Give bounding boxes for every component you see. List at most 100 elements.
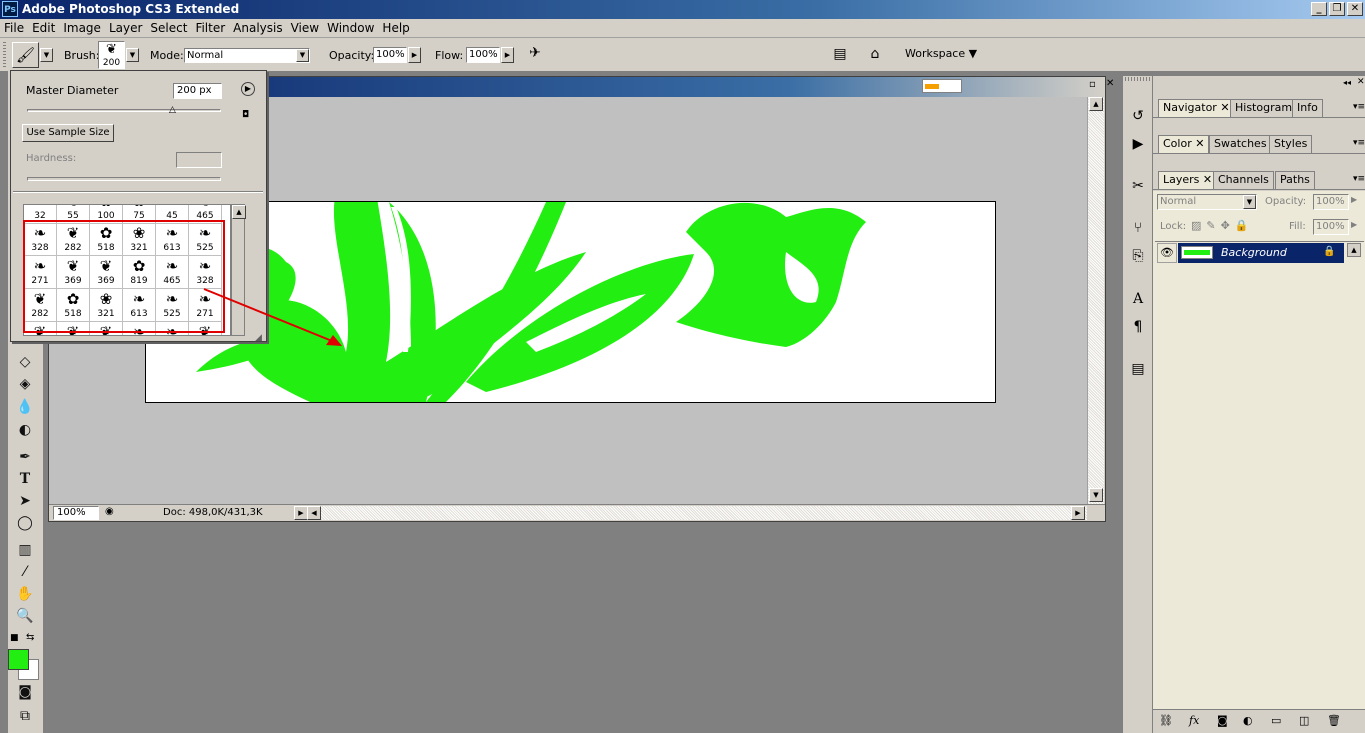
close-dock-icon[interactable]: ✕ xyxy=(1357,77,1365,87)
layer-opacity-input[interactable]: 100% xyxy=(1313,194,1349,210)
lock-icons[interactable]: ▨✎✥🔒 xyxy=(1191,219,1254,232)
blend-mode-dropdown-icon[interactable]: ▼ xyxy=(1243,195,1256,209)
adjustment-layer-icon[interactable]: ◐ xyxy=(1243,714,1253,727)
tab-layers[interactable]: Layers ✕ xyxy=(1158,171,1218,189)
minimize-button[interactable]: _ xyxy=(1311,2,1327,16)
foreground-color-swatch[interactable] xyxy=(8,649,29,670)
dodge-tool-icon[interactable]: ◐ xyxy=(12,420,38,440)
zoom-tool-icon[interactable]: 🔍 xyxy=(12,606,38,626)
tab-navigator[interactable]: Navigator ✕ xyxy=(1158,99,1235,117)
menu-help[interactable]: Help xyxy=(378,19,413,35)
actions-panel-icon[interactable]: ▶ xyxy=(1126,132,1150,154)
zoom-level-input[interactable]: 100% xyxy=(53,506,99,520)
blend-mode-select[interactable]: Normal ▼ xyxy=(1157,194,1257,210)
eyedropper-tool-icon[interactable]: ⁄ xyxy=(12,562,38,582)
paragraph-panel-icon[interactable]: ¶ xyxy=(1126,315,1150,337)
default-colors-icon[interactable]: ■ xyxy=(10,633,19,643)
layer-style-icon[interactable]: fx xyxy=(1189,714,1199,727)
menu-file[interactable]: File xyxy=(0,19,28,35)
layer-name[interactable]: Background xyxy=(1221,246,1287,259)
scroll-down-icon[interactable]: ▼ xyxy=(1089,488,1103,502)
opacity-slider-icon[interactable]: ▶ xyxy=(408,47,421,63)
ellipse-tool-icon[interactable]: ◯ xyxy=(12,513,38,533)
menu-layer[interactable]: Layer xyxy=(105,19,146,35)
workspace-menu[interactable]: Workspace ▼ xyxy=(905,47,977,60)
scroll-up-icon[interactable]: ▲ xyxy=(1089,97,1103,111)
tool-presets-panel-icon[interactable]: ✂ xyxy=(1126,174,1150,196)
options-bar-grip[interactable] xyxy=(3,42,6,68)
panel-menu-icon[interactable]: ▾≡ xyxy=(1353,174,1365,184)
restore-button[interactable]: ❐ xyxy=(1329,2,1345,16)
tab-paths[interactable]: Paths xyxy=(1275,171,1315,189)
menu-view[interactable]: View xyxy=(287,19,323,35)
master-diameter-slider[interactable] xyxy=(27,109,221,112)
flow-input[interactable]: 100% xyxy=(466,47,500,63)
horizontal-scrollbar[interactable]: ◀ ▶ xyxy=(307,506,1087,520)
brush-picker-dropdown-icon[interactable]: ▼ xyxy=(126,48,139,62)
mode-select[interactable]: Normal ▼ xyxy=(184,48,310,63)
quick-mask-icon[interactable]: ◙ xyxy=(12,682,38,702)
tab-color[interactable]: Color ✕ xyxy=(1158,135,1210,153)
scroll-left-icon[interactable]: ◀ xyxy=(307,506,321,520)
blur-tool-icon[interactable]: 💧 xyxy=(12,397,38,417)
tab-info[interactable]: Info xyxy=(1292,99,1323,117)
dock-grip[interactable] xyxy=(1125,77,1151,81)
tool-preset-dropdown-icon[interactable]: ▼ xyxy=(40,48,53,62)
menu-edit[interactable]: Edit xyxy=(28,19,59,35)
brushes-panel-icon[interactable]: ⑂ xyxy=(1126,216,1150,238)
link-layers-icon[interactable]: ⛓ xyxy=(1159,714,1173,727)
pen-tool-icon[interactable]: ✒ xyxy=(12,447,38,467)
tab-channels[interactable]: Channels xyxy=(1213,171,1274,189)
clone-source-panel-icon[interactable]: ⎘ xyxy=(1126,244,1150,266)
new-preset-icon[interactable]: ◘ xyxy=(242,110,249,120)
tab-close-icon[interactable]: ✕ xyxy=(1195,137,1204,150)
menu-select[interactable]: Select xyxy=(146,19,191,35)
document-close-icon[interactable]: ✕ xyxy=(1106,78,1114,89)
tab-histogram[interactable]: Histogram xyxy=(1230,99,1298,117)
tab-close-icon[interactable]: ✕ xyxy=(1203,173,1212,186)
screen-mode-icon[interactable]: ⧉ xyxy=(12,706,38,726)
brush-preview[interactable]: ❦ 200 xyxy=(98,41,125,69)
document-minimize-icon[interactable]: ▫ xyxy=(1089,79,1096,90)
menu-filter[interactable]: Filter xyxy=(191,19,229,35)
tab-styles[interactable]: Styles xyxy=(1269,135,1313,153)
character-panel-icon[interactable]: A xyxy=(1126,287,1150,309)
paint-bucket-tool-icon[interactable]: ◈ xyxy=(12,374,38,394)
layer-visibility-eye-icon[interactable]: 👁 xyxy=(1157,243,1177,263)
brush-tool-preset-icon[interactable]: 🖌 xyxy=(12,42,39,68)
vertical-scrollbar[interactable]: ▲ ▼ xyxy=(1087,97,1104,504)
eraser-tool-icon[interactable]: ◇ xyxy=(12,352,38,372)
menu-analysis[interactable]: Analysis xyxy=(229,19,286,35)
brush-grid-scroll-up-icon[interactable]: ▲ xyxy=(232,205,246,219)
menu-image[interactable]: Image xyxy=(59,19,105,35)
airbrush-icon[interactable]: ✈ xyxy=(524,45,546,65)
panel-menu-icon[interactable]: ▾≡ xyxy=(1353,138,1365,148)
brush-picker-menu-icon[interactable]: ▶ xyxy=(241,82,255,96)
tab-close-icon[interactable]: ✕ xyxy=(1220,101,1229,114)
scroll-right-icon[interactable]: ▶ xyxy=(1071,506,1085,520)
close-button[interactable]: ✕ xyxy=(1347,2,1363,16)
layer-comps-panel-icon[interactable]: ▤ xyxy=(1126,357,1150,379)
notes-tool-icon[interactable]: ▥ xyxy=(12,540,38,560)
new-group-icon[interactable]: ▭ xyxy=(1271,714,1281,727)
layer-opacity-arrow-icon[interactable]: ▶ xyxy=(1351,195,1357,204)
panel-menu-icon[interactable]: ▾≡ xyxy=(1353,102,1365,112)
bridge-icon[interactable]: ⌂ xyxy=(864,46,886,64)
status-info-icon[interactable]: ◉ xyxy=(105,506,114,517)
history-panel-icon[interactable]: ↺ xyxy=(1126,104,1150,126)
new-layer-icon[interactable]: ◫ xyxy=(1299,714,1309,727)
master-diameter-slider-thumb[interactable]: △ xyxy=(169,105,176,115)
tab-swatches[interactable]: Swatches xyxy=(1209,135,1272,153)
hand-tool-icon[interactable]: ✋ xyxy=(12,584,38,604)
delete-layer-icon[interactable]: 🗑 xyxy=(1327,714,1341,727)
layers-scroll-up-icon[interactable]: ▲ xyxy=(1347,243,1361,257)
layer-row-background[interactable]: Background 🔒 xyxy=(1178,243,1344,263)
mode-dropdown-icon[interactable]: ▼ xyxy=(296,49,309,62)
type-tool-icon[interactable]: T xyxy=(12,469,38,489)
opacity-input[interactable]: 100% xyxy=(373,47,407,63)
layer-mask-icon[interactable]: ◙ xyxy=(1217,714,1228,727)
fill-input[interactable]: 100% xyxy=(1313,219,1349,235)
path-selection-tool-icon[interactable]: ➤ xyxy=(12,491,38,511)
collapse-dock-icon[interactable]: ◂◂ xyxy=(1343,78,1351,87)
status-menu-arrow-icon[interactable]: ▶ xyxy=(294,506,308,520)
